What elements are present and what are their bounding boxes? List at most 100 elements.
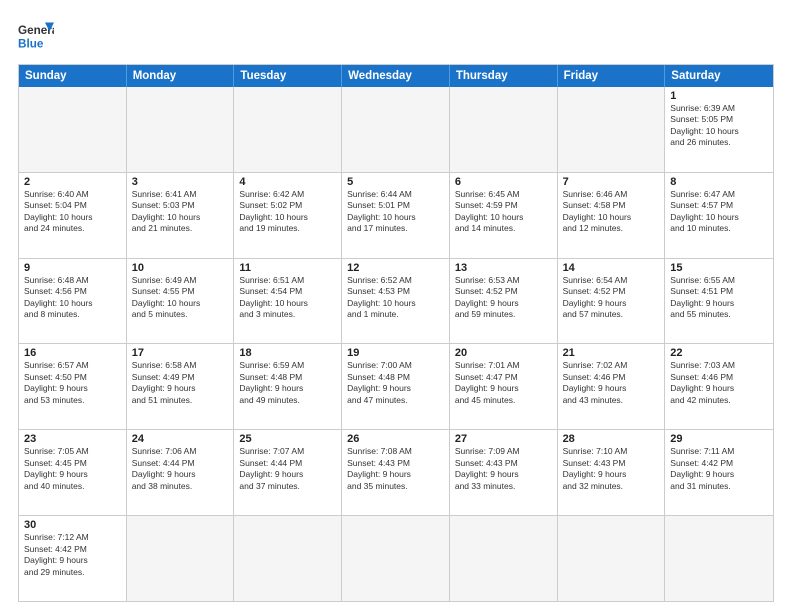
day-info: Sunrise: 7:07 AM Sunset: 4:44 PM Dayligh… bbox=[239, 446, 336, 492]
logo: General Blue bbox=[18, 18, 54, 54]
day-info: Sunrise: 7:06 AM Sunset: 4:44 PM Dayligh… bbox=[132, 446, 229, 492]
day-number: 10 bbox=[132, 262, 229, 274]
day-info: Sunrise: 6:44 AM Sunset: 5:01 PM Dayligh… bbox=[347, 189, 444, 235]
day-info: Sunrise: 6:54 AM Sunset: 4:52 PM Dayligh… bbox=[563, 275, 660, 321]
day-info: Sunrise: 6:51 AM Sunset: 4:54 PM Dayligh… bbox=[239, 275, 336, 321]
day-number: 1 bbox=[670, 90, 768, 102]
day-number: 29 bbox=[670, 433, 768, 445]
calendar-cell-empty bbox=[450, 87, 558, 172]
day-info: Sunrise: 6:55 AM Sunset: 4:51 PM Dayligh… bbox=[670, 275, 768, 321]
calendar-cell-empty bbox=[342, 516, 450, 601]
calendar-cell-day-10: 10Sunrise: 6:49 AM Sunset: 4:55 PM Dayli… bbox=[127, 259, 235, 344]
day-info: Sunrise: 6:46 AM Sunset: 4:58 PM Dayligh… bbox=[563, 189, 660, 235]
calendar-cell-day-4: 4Sunrise: 6:42 AM Sunset: 5:02 PM Daylig… bbox=[234, 173, 342, 258]
calendar-cell-empty bbox=[234, 516, 342, 601]
day-number: 27 bbox=[455, 433, 552, 445]
calendar-cell-day-11: 11Sunrise: 6:51 AM Sunset: 4:54 PM Dayli… bbox=[234, 259, 342, 344]
day-info: Sunrise: 6:47 AM Sunset: 4:57 PM Dayligh… bbox=[670, 189, 768, 235]
calendar-cell-day-19: 19Sunrise: 7:00 AM Sunset: 4:48 PM Dayli… bbox=[342, 344, 450, 429]
generalblue-logo-icon: General Blue bbox=[18, 18, 54, 54]
calendar-cell-day-15: 15Sunrise: 6:55 AM Sunset: 4:51 PM Dayli… bbox=[665, 259, 773, 344]
day-info: Sunrise: 6:41 AM Sunset: 5:03 PM Dayligh… bbox=[132, 189, 229, 235]
header: General Blue bbox=[18, 18, 774, 54]
day-info: Sunrise: 6:52 AM Sunset: 4:53 PM Dayligh… bbox=[347, 275, 444, 321]
calendar-cell-day-28: 28Sunrise: 7:10 AM Sunset: 4:43 PM Dayli… bbox=[558, 430, 666, 515]
calendar-row-5: 30Sunrise: 7:12 AM Sunset: 4:42 PM Dayli… bbox=[19, 516, 773, 601]
day-info: Sunrise: 7:10 AM Sunset: 4:43 PM Dayligh… bbox=[563, 446, 660, 492]
calendar-row-3: 16Sunrise: 6:57 AM Sunset: 4:50 PM Dayli… bbox=[19, 344, 773, 430]
calendar-cell-day-21: 21Sunrise: 7:02 AM Sunset: 4:46 PM Dayli… bbox=[558, 344, 666, 429]
day-info: Sunrise: 6:48 AM Sunset: 4:56 PM Dayligh… bbox=[24, 275, 121, 321]
day-info: Sunrise: 7:09 AM Sunset: 4:43 PM Dayligh… bbox=[455, 446, 552, 492]
calendar-cell-day-1: 1Sunrise: 6:39 AM Sunset: 5:05 PM Daylig… bbox=[665, 87, 773, 172]
calendar-cell-day-29: 29Sunrise: 7:11 AM Sunset: 4:42 PM Dayli… bbox=[665, 430, 773, 515]
day-number: 6 bbox=[455, 176, 552, 188]
day-number: 25 bbox=[239, 433, 336, 445]
day-info: Sunrise: 6:45 AM Sunset: 4:59 PM Dayligh… bbox=[455, 189, 552, 235]
calendar-cell-empty bbox=[342, 87, 450, 172]
day-number: 21 bbox=[563, 347, 660, 359]
day-number: 20 bbox=[455, 347, 552, 359]
calendar-cell-day-24: 24Sunrise: 7:06 AM Sunset: 4:44 PM Dayli… bbox=[127, 430, 235, 515]
weekday-header-thursday: Thursday bbox=[450, 65, 558, 87]
calendar-cell-day-20: 20Sunrise: 7:01 AM Sunset: 4:47 PM Dayli… bbox=[450, 344, 558, 429]
day-number: 11 bbox=[239, 262, 336, 274]
calendar-cell-day-26: 26Sunrise: 7:08 AM Sunset: 4:43 PM Dayli… bbox=[342, 430, 450, 515]
weekday-header-wednesday: Wednesday bbox=[342, 65, 450, 87]
calendar-cell-day-13: 13Sunrise: 6:53 AM Sunset: 4:52 PM Dayli… bbox=[450, 259, 558, 344]
calendar-cell-empty bbox=[558, 516, 666, 601]
weekday-header-saturday: Saturday bbox=[665, 65, 773, 87]
calendar-cell-day-14: 14Sunrise: 6:54 AM Sunset: 4:52 PM Dayli… bbox=[558, 259, 666, 344]
day-info: Sunrise: 7:11 AM Sunset: 4:42 PM Dayligh… bbox=[670, 446, 768, 492]
day-info: Sunrise: 6:57 AM Sunset: 4:50 PM Dayligh… bbox=[24, 360, 121, 406]
calendar-cell-day-8: 8Sunrise: 6:47 AM Sunset: 4:57 PM Daylig… bbox=[665, 173, 773, 258]
calendar-cell-day-17: 17Sunrise: 6:58 AM Sunset: 4:49 PM Dayli… bbox=[127, 344, 235, 429]
day-number: 4 bbox=[239, 176, 336, 188]
calendar-cell-empty bbox=[665, 516, 773, 601]
day-info: Sunrise: 7:08 AM Sunset: 4:43 PM Dayligh… bbox=[347, 446, 444, 492]
day-info: Sunrise: 7:01 AM Sunset: 4:47 PM Dayligh… bbox=[455, 360, 552, 406]
calendar: SundayMondayTuesdayWednesdayThursdayFrid… bbox=[18, 64, 774, 602]
day-info: Sunrise: 7:02 AM Sunset: 4:46 PM Dayligh… bbox=[563, 360, 660, 406]
calendar-cell-day-9: 9Sunrise: 6:48 AM Sunset: 4:56 PM Daylig… bbox=[19, 259, 127, 344]
calendar-header: SundayMondayTuesdayWednesdayThursdayFrid… bbox=[19, 65, 773, 87]
day-info: Sunrise: 7:05 AM Sunset: 4:45 PM Dayligh… bbox=[24, 446, 121, 492]
page: General Blue SundayMondayTuesdayWednesda… bbox=[0, 0, 792, 612]
calendar-row-2: 9Sunrise: 6:48 AM Sunset: 4:56 PM Daylig… bbox=[19, 259, 773, 345]
calendar-cell-day-18: 18Sunrise: 6:59 AM Sunset: 4:48 PM Dayli… bbox=[234, 344, 342, 429]
calendar-row-4: 23Sunrise: 7:05 AM Sunset: 4:45 PM Dayli… bbox=[19, 430, 773, 516]
day-info: Sunrise: 6:42 AM Sunset: 5:02 PM Dayligh… bbox=[239, 189, 336, 235]
day-info: Sunrise: 7:00 AM Sunset: 4:48 PM Dayligh… bbox=[347, 360, 444, 406]
calendar-cell-empty bbox=[558, 87, 666, 172]
calendar-cell-day-23: 23Sunrise: 7:05 AM Sunset: 4:45 PM Dayli… bbox=[19, 430, 127, 515]
day-number: 23 bbox=[24, 433, 121, 445]
day-number: 5 bbox=[347, 176, 444, 188]
day-number: 8 bbox=[670, 176, 768, 188]
day-info: Sunrise: 6:39 AM Sunset: 5:05 PM Dayligh… bbox=[670, 103, 768, 149]
calendar-cell-empty bbox=[450, 516, 558, 601]
day-number: 3 bbox=[132, 176, 229, 188]
weekday-header-sunday: Sunday bbox=[19, 65, 127, 87]
day-number: 17 bbox=[132, 347, 229, 359]
calendar-cell-empty bbox=[127, 516, 235, 601]
weekday-header-friday: Friday bbox=[558, 65, 666, 87]
day-number: 9 bbox=[24, 262, 121, 274]
calendar-cell-day-16: 16Sunrise: 6:57 AM Sunset: 4:50 PM Dayli… bbox=[19, 344, 127, 429]
calendar-cell-day-30: 30Sunrise: 7:12 AM Sunset: 4:42 PM Dayli… bbox=[19, 516, 127, 601]
day-number: 26 bbox=[347, 433, 444, 445]
calendar-cell-day-12: 12Sunrise: 6:52 AM Sunset: 4:53 PM Dayli… bbox=[342, 259, 450, 344]
day-number: 12 bbox=[347, 262, 444, 274]
calendar-cell-day-22: 22Sunrise: 7:03 AM Sunset: 4:46 PM Dayli… bbox=[665, 344, 773, 429]
calendar-cell-day-5: 5Sunrise: 6:44 AM Sunset: 5:01 PM Daylig… bbox=[342, 173, 450, 258]
calendar-cell-empty bbox=[19, 87, 127, 172]
day-number: 14 bbox=[563, 262, 660, 274]
day-number: 22 bbox=[670, 347, 768, 359]
calendar-row-0: 1Sunrise: 6:39 AM Sunset: 5:05 PM Daylig… bbox=[19, 87, 773, 173]
day-number: 30 bbox=[24, 519, 121, 531]
calendar-cell-day-27: 27Sunrise: 7:09 AM Sunset: 4:43 PM Dayli… bbox=[450, 430, 558, 515]
day-number: 7 bbox=[563, 176, 660, 188]
calendar-row-1: 2Sunrise: 6:40 AM Sunset: 5:04 PM Daylig… bbox=[19, 173, 773, 259]
calendar-body: 1Sunrise: 6:39 AM Sunset: 5:05 PM Daylig… bbox=[19, 87, 773, 601]
day-info: Sunrise: 7:03 AM Sunset: 4:46 PM Dayligh… bbox=[670, 360, 768, 406]
calendar-cell-day-7: 7Sunrise: 6:46 AM Sunset: 4:58 PM Daylig… bbox=[558, 173, 666, 258]
